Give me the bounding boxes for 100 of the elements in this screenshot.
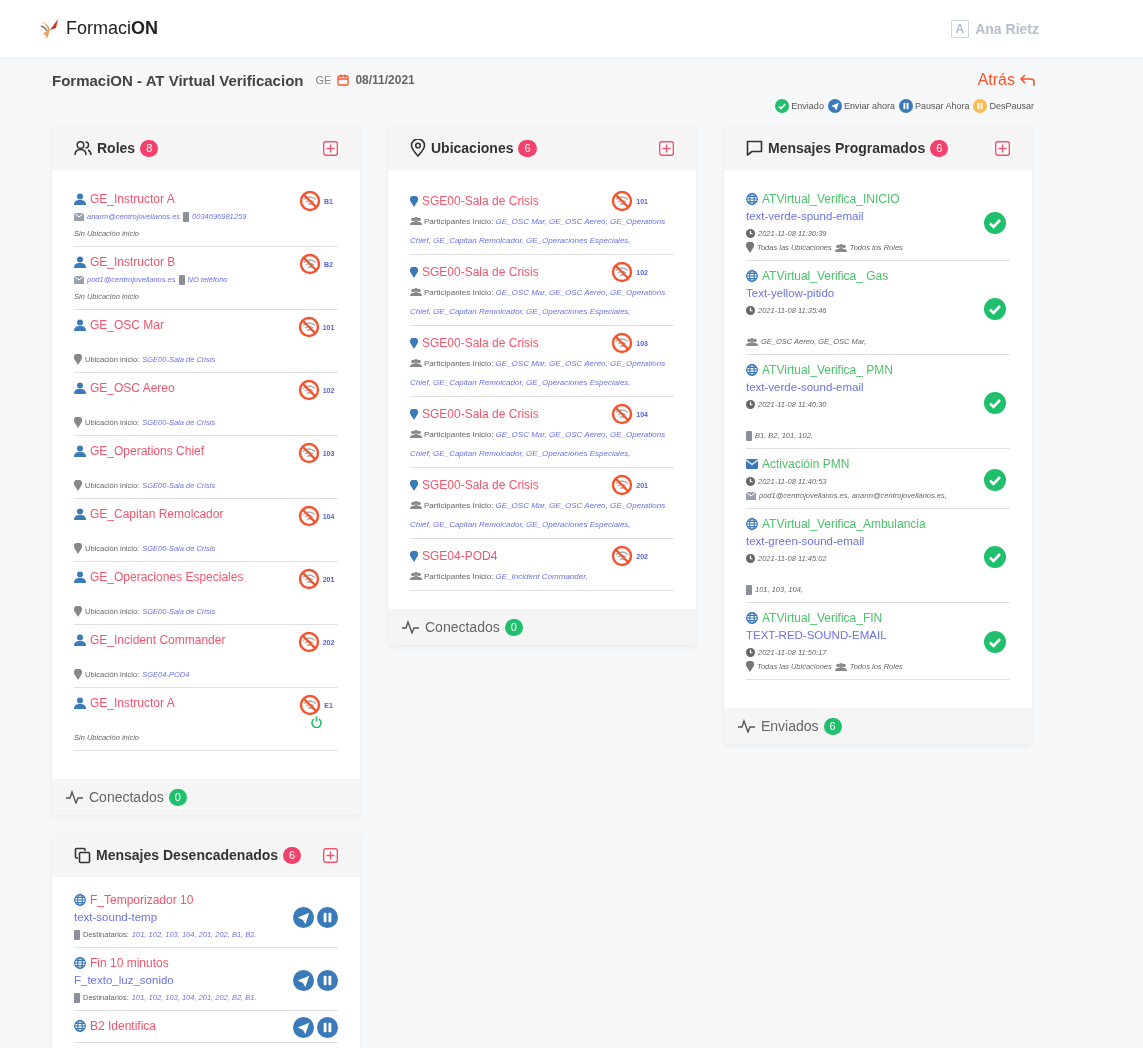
add-button[interactable] (323, 847, 338, 863)
page-title: FormaciON - AT Virtual Verificacion (52, 71, 304, 89)
card-title: Mensajes Desencadenados (96, 847, 279, 863)
pin-icon (74, 606, 82, 617)
role-name[interactable]: GE_OSC Mar (90, 316, 164, 334)
add-button[interactable] (659, 140, 674, 156)
wifi-off-icon (297, 568, 320, 590)
role-name[interactable]: GE_Instructor A (90, 694, 175, 712)
role-name[interactable]: GE_Instructor A (90, 190, 175, 208)
message-text: text-green-sound-email (746, 534, 866, 549)
add-button[interactable] (995, 140, 1010, 156)
users-icon (834, 662, 847, 671)
activity-icon (402, 620, 420, 634)
users-icon (410, 359, 422, 367)
clock-icon (746, 648, 755, 657)
clock-icon (746, 400, 755, 409)
pause-button[interactable] (317, 1017, 338, 1038)
send-button[interactable] (293, 969, 314, 991)
card-title: Mensajes Programados (768, 140, 926, 156)
phone-icon (183, 211, 190, 222)
location-name[interactable]: SGE00-Sala de Crisis (422, 405, 539, 423)
legend-label: Enviar ahora (843, 101, 895, 111)
role-name[interactable]: GE_Operaciones Especiales (90, 568, 244, 586)
legend-label: Pausar Ahora (914, 101, 970, 111)
wifi-off-icon (611, 332, 634, 354)
user-name[interactable]: Ana Rietz (975, 20, 1039, 37)
send-button[interactable] (293, 1017, 314, 1038)
back-link[interactable]: Atrás (977, 71, 1035, 89)
person-icon (74, 382, 86, 394)
person-icon (74, 697, 86, 709)
users-icon (410, 572, 422, 580)
wifi-off-icon (299, 694, 322, 716)
wifi-off-icon (297, 505, 320, 527)
message-text: TEXT-RED-SOUND-EMAIL (746, 628, 888, 643)
clock-icon (746, 306, 755, 315)
message-title[interactable]: B2 Identifica (90, 1017, 157, 1035)
location-name[interactable]: SGE00-Sala de Crisis (422, 476, 539, 494)
globe-icon (746, 193, 758, 205)
wifi-off-icon (297, 442, 320, 464)
person-icon (74, 508, 86, 520)
globe-icon (74, 1020, 86, 1032)
person-icon (74, 256, 86, 268)
message-title[interactable]: F_Temporizador 10 (90, 891, 194, 909)
avatar: A (950, 19, 970, 38)
count-badge: 0 (504, 618, 523, 636)
footer-label: Enviados (761, 718, 819, 734)
role-name[interactable]: GE_Operations Chief (90, 442, 205, 460)
person-icon (74, 445, 86, 457)
envelope-icon (74, 212, 84, 221)
pin-icon (410, 337, 418, 349)
add-button[interactable] (323, 140, 338, 156)
role-name[interactable]: GE_Instructor B (90, 253, 176, 271)
location-name[interactable]: SGE00-Sala de Crisis (422, 334, 539, 352)
pin-icon (74, 669, 82, 680)
wifi-off-icon (297, 316, 320, 338)
footer-label: Conectados (89, 789, 164, 805)
copy-icon (74, 846, 91, 864)
message-title[interactable]: ATVirtual_Verifica_FIN (762, 609, 883, 627)
pin-icon (746, 661, 754, 672)
pause-button[interactable] (317, 906, 338, 928)
role-name[interactable]: GE_Incident Commander (90, 631, 226, 649)
participants-text: Participantes Inicio: GE_OSC Mar, GE_OSC Aereo, GE_Operations Chief, GE_Capitan Remolcador, GE_Operaciones Especiales, (410, 429, 667, 460)
calendar-icon (337, 74, 350, 86)
send-button[interactable] (293, 906, 314, 928)
message-text: F_texto_luz_sonido (74, 973, 175, 988)
globe-icon (746, 364, 758, 376)
message-title[interactable]: ATVirtual_Verifica_INICIO (762, 190, 900, 208)
wifi-off-icon (611, 403, 634, 425)
role-name[interactable]: GE_Capitan Remolcador (90, 505, 224, 523)
role-name[interactable]: GE_OSC Aereo (90, 379, 175, 397)
participants-text: Participantes Inicio: GE_OSC Mar, GE_OSC Aereo, GE_Operations Chief, GE_Capitan Remolcador, GE_Operaciones Especiales, (410, 500, 667, 531)
envelope-icon (746, 459, 758, 469)
wifi-off-icon (297, 379, 320, 401)
participants-text: Participantes Inicio: GE_OSC Mar, GE_OSC Aereo, GE_Operations Chief, GE_Capitan Remolcador, GE_Operaciones Especiales, (410, 287, 667, 318)
message-title[interactable]: Activacióin PMN (762, 455, 850, 473)
wifi-off-icon (299, 190, 321, 212)
message-text: text-sound-temp (74, 910, 159, 925)
phone-icon (746, 430, 752, 441)
legend-label: Enviado (791, 101, 824, 111)
pause-button[interactable] (317, 969, 338, 991)
location-name[interactable]: SGE00-Sala de Crisis (422, 192, 539, 210)
location-name[interactable]: SGE00-Sala de Crisis (422, 263, 539, 281)
message-title[interactable]: ATVirtual_Verifica_ PMN (762, 361, 893, 379)
wifi-off-icon (297, 631, 320, 653)
message-text: text-verde-spund-email (746, 209, 865, 224)
message-title[interactable]: Fin 10 minutos (90, 954, 169, 972)
globe-icon (74, 957, 86, 969)
wifi-off-icon (611, 474, 634, 496)
pin-icon (410, 139, 426, 157)
clock-icon (746, 229, 755, 238)
location-name[interactable]: SGE04-POD4 (422, 547, 498, 565)
person-icon (74, 319, 86, 331)
message-title[interactable]: ATVirtual_Verifica_ Gas (762, 267, 889, 285)
brand-name: FormaciON (66, 18, 158, 39)
envelope-icon (74, 275, 84, 284)
participants-text: Participantes Inicio: GE_OSC Mar, GE_OSC Aereo, GE_Operations Chief, GE_Capitan Remolcador, GE_Operaciones Especiales, (410, 216, 667, 247)
envelope-icon (746, 491, 756, 500)
pin-icon (74, 543, 82, 554)
message-title[interactable]: ATVirtual_Verifica_Ambulancia (762, 515, 926, 533)
person-icon (74, 634, 86, 646)
